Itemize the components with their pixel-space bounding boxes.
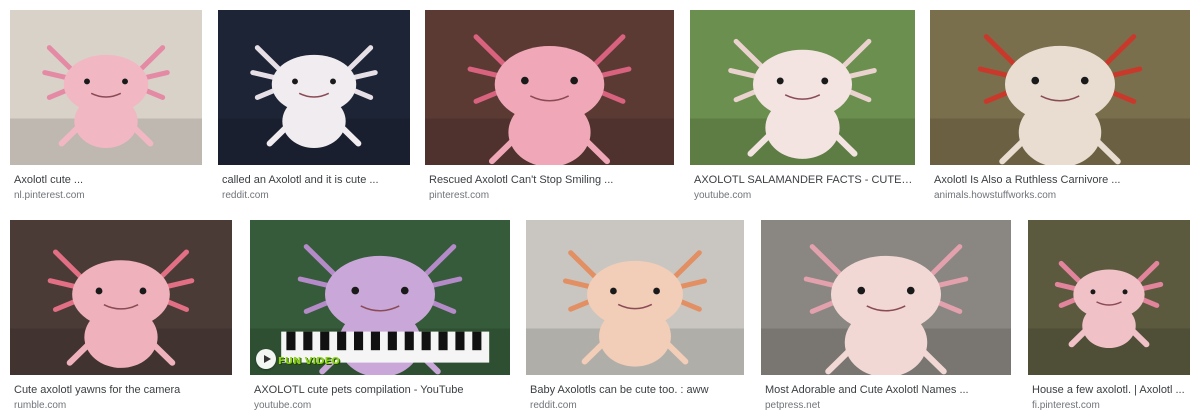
- axolotl-photo: [526, 220, 744, 375]
- axolotl-photo: [1028, 220, 1190, 375]
- result-title[interactable]: Most Adorable and Cute Axolotl Names ...: [761, 383, 1011, 397]
- image-result[interactable]: Cute axolotl yawns for the camera rumble…: [10, 220, 232, 412]
- image-results-grid: Axolotl cute ... nl.pinterest.com called…: [0, 0, 1200, 418]
- axolotl-photo: [10, 10, 202, 165]
- image-result[interactable]: Most Adorable and Cute Axolotl Names ...…: [761, 220, 1011, 412]
- image-result[interactable]: AXOLOTL SALAMANDER FACTS - CUTE PET... y…: [690, 10, 915, 202]
- result-thumbnail[interactable]: [526, 220, 744, 375]
- result-title[interactable]: Baby Axolotls can be cute too. : aww: [526, 383, 744, 397]
- result-source: petpress.net: [765, 400, 821, 411]
- axolotl-photo: [425, 10, 674, 165]
- result-thumbnail[interactable]: [1028, 220, 1190, 375]
- image-result[interactable]: Axolotl Is Also a Ruthless Carnivore ...…: [930, 10, 1190, 202]
- result-thumbnail[interactable]: [930, 10, 1190, 165]
- image-result[interactable]: FUN VIDEO AXOLOTL cute pets compilation …: [250, 220, 510, 412]
- image-result[interactable]: Rescued Axolotl Can't Stop Smiling ... p…: [425, 10, 674, 202]
- result-source: reddit.com: [530, 400, 577, 411]
- result-source: nl.pinterest.com: [14, 190, 85, 201]
- result-source: animals.howstuffworks.com: [934, 190, 1057, 201]
- result-title[interactable]: AXOLOTL SALAMANDER FACTS - CUTE PET...: [690, 173, 915, 187]
- result-thumbnail[interactable]: [761, 220, 1011, 375]
- axolotl-photo: [690, 10, 915, 165]
- axolotl-photo: [761, 220, 1011, 375]
- axolotl-photo: [10, 220, 232, 375]
- result-source: youtube.com: [694, 190, 752, 201]
- result-title[interactable]: Rescued Axolotl Can't Stop Smiling ...: [425, 173, 674, 187]
- result-source: reddit.com: [222, 190, 269, 201]
- result-title[interactable]: called an Axolotl and it is cute ...: [218, 173, 410, 187]
- axolotl-photo: [250, 220, 510, 375]
- video-channel-logo: FUN VIDEO: [278, 356, 340, 367]
- result-title[interactable]: Axolotl cute ...: [10, 173, 202, 187]
- result-source: rumble.com: [14, 400, 67, 411]
- axolotl-photo: [930, 10, 1190, 165]
- result-thumbnail[interactable]: [425, 10, 674, 165]
- result-thumbnail[interactable]: [690, 10, 915, 165]
- result-source: fi.pinterest.com: [1032, 400, 1100, 411]
- axolotl-photo: [218, 10, 410, 165]
- result-source: youtube.com: [254, 400, 312, 411]
- result-thumbnail[interactable]: [218, 10, 410, 165]
- image-result[interactable]: called an Axolotl and it is cute ... red…: [218, 10, 410, 202]
- result-thumbnail[interactable]: FUN VIDEO: [250, 220, 510, 375]
- result-thumbnail[interactable]: [10, 10, 202, 165]
- result-title[interactable]: AXOLOTL cute pets compilation - YouTube: [250, 383, 510, 397]
- result-title[interactable]: Axolotl Is Also a Ruthless Carnivore ...: [930, 173, 1190, 187]
- image-result[interactable]: Baby Axolotls can be cute too. : aww red…: [526, 220, 744, 412]
- play-icon: [256, 349, 276, 369]
- result-thumbnail[interactable]: [10, 220, 232, 375]
- image-result[interactable]: House a few axolotl. | Axolotl ... fi.pi…: [1028, 220, 1190, 412]
- result-source: pinterest.com: [429, 190, 490, 201]
- result-title[interactable]: House a few axolotl. | Axolotl ...: [1028, 383, 1190, 397]
- result-title[interactable]: Cute axolotl yawns for the camera: [10, 383, 232, 397]
- image-result[interactable]: Axolotl cute ... nl.pinterest.com: [10, 10, 202, 202]
